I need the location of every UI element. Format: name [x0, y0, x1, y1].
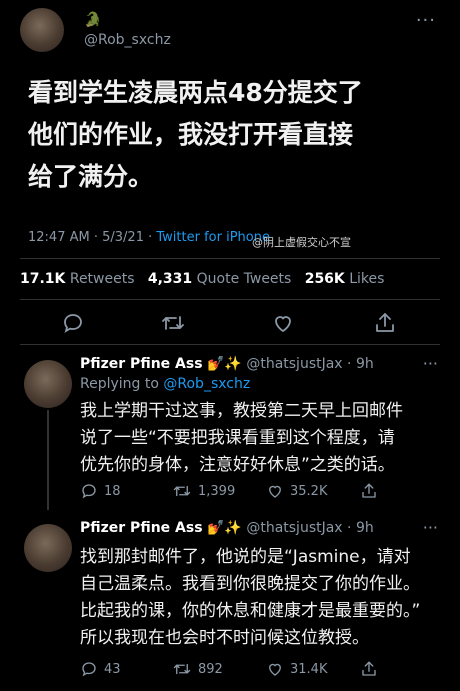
reply-avatar[interactable]	[24, 524, 72, 572]
reply-author-handle[interactable]: @thatsjustJax	[246, 520, 342, 536]
like-count: 31.4K	[290, 661, 328, 677]
author-name-emoji: 🐊	[84, 12, 102, 28]
like-icon[interactable]	[268, 308, 298, 338]
reply-text-line: 我上学期干过这事，教授第二天早上回邮件	[80, 401, 403, 421]
reply-author-name[interactable]: Pfizer Pfine Ass	[80, 520, 203, 536]
tweet-header: 🐊 @Rob_sxchz ···	[16, 6, 444, 54]
retweet-icon[interactable]	[158, 308, 188, 338]
reply-text: 找到那封邮件了，他说的是“Jasmine，请对 自己温柔点。我看到你很晚提交了你…	[80, 544, 450, 652]
reply-text-line: 说了一些“不要把我课看重到这个程度，请	[80, 428, 395, 448]
separator-dot: ·	[342, 520, 356, 536]
retweet-count: 892	[198, 661, 223, 677]
more-options-icon[interactable]: ···	[423, 354, 438, 373]
retweet-icon	[173, 663, 191, 675]
tweet-meta: 12:47 AM · 5/3/21 · Twitter for iPhone	[28, 230, 270, 245]
retweets-stat[interactable]: 17.1K Retweets	[20, 271, 135, 287]
quotes-label: Quote Tweets	[196, 271, 292, 287]
tweet-action-bar	[0, 308, 460, 338]
reply-age[interactable]: 9h	[356, 520, 374, 536]
share-icon[interactable]	[370, 308, 400, 338]
quotes-stat[interactable]: 4,331 Quote Tweets	[148, 271, 291, 287]
reply-text-line: 优先你的身体，注意好好休息”之类的话。	[80, 455, 395, 475]
reply-age[interactable]: 9h	[356, 356, 374, 372]
retweet-button[interactable]: 892	[172, 660, 223, 678]
likes-count: 256K	[304, 271, 345, 287]
reply-count: 43	[104, 661, 121, 677]
replying-to-prefix: Replying to	[80, 376, 159, 392]
reply-tweet[interactable]: Pfizer Pfine Ass 💅✨ @thatsjustJax · 9h ·…	[0, 518, 460, 685]
tweet-text-line: 他们的作业，我没打开看直接	[28, 120, 354, 149]
more-options-icon[interactable]: ···	[423, 518, 438, 537]
reply-text-line: 比起我的课，你的休息和健康才是最重要的。”	[80, 601, 421, 621]
tweet-text-line: 给了满分。	[28, 162, 154, 191]
reply-count: 18	[104, 483, 121, 499]
divider	[20, 258, 440, 259]
reply-author-handle[interactable]: @thatsjustJax	[246, 356, 342, 372]
reply-tweet[interactable]: Pfizer Pfine Ass 💅✨ @thatsjustJax · 9h ·…	[0, 354, 460, 512]
divider	[20, 299, 440, 300]
like-button[interactable]: 35.2K	[266, 482, 327, 500]
tweet-text-line: 看到学生凌晨两点48分提交了	[28, 78, 363, 107]
like-button[interactable]: 31.4K	[266, 660, 327, 678]
author-handle[interactable]: @Rob_sxchz	[84, 32, 171, 48]
retweets-count: 17.1K	[20, 271, 66, 287]
retweet-icon	[173, 485, 191, 497]
reply-icon	[82, 662, 96, 677]
thread-line	[47, 410, 49, 510]
retweet-count: 1,399	[198, 483, 236, 499]
watermark: @阴上虚假交心不宣	[252, 236, 351, 249]
share-button[interactable]	[360, 660, 378, 678]
share-icon	[362, 483, 376, 498]
separator-dot: ·	[93, 230, 103, 245]
reply-avatar[interactable]	[24, 360, 72, 408]
retweet-button[interactable]: 1,399	[172, 482, 235, 500]
likes-stat[interactable]: 256K Likes	[305, 271, 385, 287]
tweet-text: 看到学生凌晨两点48分提交了 他们的作业，我没打开看直接 给了满分。	[28, 72, 438, 198]
reply-text-line: 自己温柔点。我看到你很晚提交了你的作业。	[80, 574, 420, 594]
tweet-time[interactable]: 12:47 AM	[28, 230, 90, 245]
reply-text-line: 所以我现在也会时不时问候这位教授。	[80, 628, 369, 648]
like-count: 35.2K	[290, 483, 328, 499]
reply-icon	[82, 484, 96, 499]
reply-button[interactable]: 18	[80, 482, 121, 500]
more-options-icon[interactable]: ···	[416, 10, 436, 31]
reply-icon[interactable]	[58, 308, 88, 338]
reply-text: 我上学期干过这事，教授第二天早上回邮件 说了一些“不要把我课看重到这个程度，请 …	[80, 398, 450, 479]
retweets-label: Retweets	[69, 271, 135, 287]
likes-label: Likes	[349, 271, 385, 287]
reply-header: Pfizer Pfine Ass 💅✨ @thatsjustJax · 9h	[80, 356, 374, 372]
reply-header: Pfizer Pfine Ass 💅✨ @thatsjustJax · 9h	[80, 520, 374, 536]
divider	[20, 344, 440, 345]
reply-name-emojis: 💅✨	[207, 520, 242, 536]
tweet-stats: 17.1K Retweets 4,331 Quote Tweets 256K L…	[20, 271, 384, 287]
reply-name-emojis: 💅✨	[207, 356, 242, 372]
replying-to-handle[interactable]: @Rob_sxchz	[163, 376, 250, 392]
reply-button[interactable]: 43	[80, 660, 121, 678]
share-button[interactable]	[360, 482, 378, 500]
reply-action-bar: 43 892 31.4K	[80, 660, 440, 684]
quotes-count: 4,331	[147, 271, 193, 287]
like-icon	[269, 485, 281, 498]
replying-to: Replying to @Rob_sxchz	[80, 376, 250, 392]
reply-action-bar: 18 1,399 35.2K	[80, 482, 440, 506]
separator-dot: ·	[342, 356, 356, 372]
reply-text-line: 找到那封邮件了，他说的是“Jasmine，请对	[80, 547, 411, 567]
share-icon	[362, 661, 376, 676]
tweet-date[interactable]: 5/3/21	[102, 230, 144, 245]
like-icon	[269, 663, 281, 676]
author-avatar[interactable]	[20, 8, 64, 52]
reply-author-name[interactable]: Pfizer Pfine Ass	[80, 356, 203, 372]
